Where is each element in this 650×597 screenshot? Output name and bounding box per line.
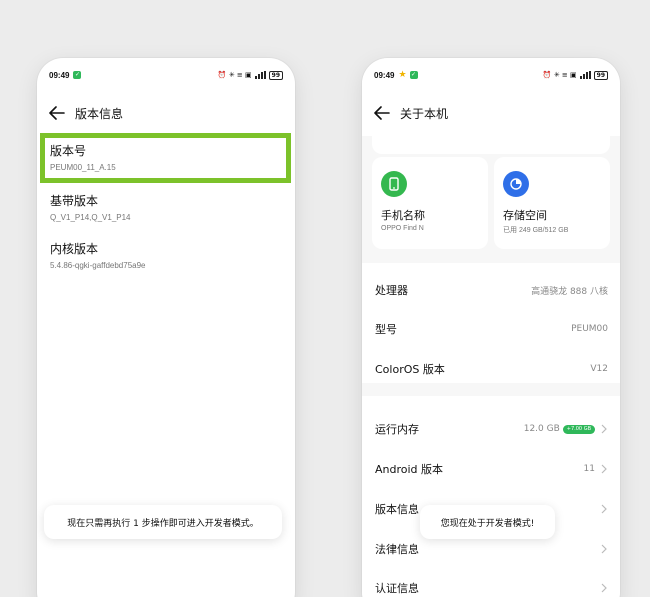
coloros-version-row: ColorOS 版本 V12 bbox=[375, 359, 608, 379]
certification-row[interactable]: 认证信息 bbox=[375, 578, 608, 597]
page-header: 版本信息 bbox=[49, 104, 283, 122]
back-arrow-icon[interactable] bbox=[49, 106, 65, 120]
ram-expansion-badge: +7.00 GB bbox=[562, 424, 595, 434]
processor-label: 处理器 bbox=[375, 284, 408, 297]
signal-icon bbox=[254, 71, 266, 79]
status-time: 09:49 bbox=[49, 70, 70, 80]
toast-message: 现在只需再执行 1 步操作即可进入开发者模式。 bbox=[44, 505, 282, 539]
device-name-card[interactable]: 手机名称 OPPO Find N bbox=[372, 157, 488, 249]
signal-icon bbox=[579, 71, 591, 79]
phone-icon bbox=[381, 171, 407, 197]
chevron-right-icon bbox=[601, 583, 607, 593]
back-arrow-icon[interactable] bbox=[374, 106, 390, 120]
status-indicator-icons: ⏰ ✳ ≡ ▣ bbox=[217, 71, 252, 79]
processor-row: 处理器 高通骁龙 888 八核 bbox=[375, 280, 608, 300]
coloros-version-value: V12 bbox=[590, 364, 608, 374]
storage-pie-icon bbox=[503, 171, 529, 197]
processor-value: 高通骁龙 888 八核 bbox=[531, 286, 608, 297]
device-name-value: OPPO Find N bbox=[381, 225, 424, 232]
star-icon: ★ bbox=[398, 70, 407, 80]
right-phone-screen: 09:49 ★ ✓ ⏰ ✳ ≡ ▣ 99 关于本机 手机名称 OPPO Find… bbox=[362, 58, 620, 597]
model-label: 型号 bbox=[375, 323, 397, 336]
status-bar: 09:49 ✓ ⏰ ✳ ≡ ▣ 99 bbox=[49, 69, 283, 81]
ram-value: 12.0 GB bbox=[523, 424, 560, 434]
storage-value: 已用 249 GB/512 GB bbox=[503, 227, 569, 234]
android-version-label: Android 版本 bbox=[375, 463, 444, 476]
battery-icon: 99 bbox=[593, 70, 608, 80]
model-value: PEUM00 bbox=[571, 324, 608, 334]
battery-icon: 99 bbox=[268, 70, 283, 80]
android-version-value: 11 bbox=[583, 464, 595, 474]
ram-label: 运行内存 bbox=[375, 423, 419, 436]
chevron-right-icon bbox=[601, 424, 607, 434]
kernel-label: 内核版本 bbox=[50, 242, 99, 256]
baseband-label: 基带版本 bbox=[50, 194, 99, 208]
status-icons: ⏰ ✳ ≡ ▣ 99 bbox=[217, 70, 283, 80]
toast-text: 您现在处于开发者模式! bbox=[440, 518, 535, 529]
status-icons: ⏰ ✳ ≡ ▣ 99 bbox=[542, 70, 608, 80]
kernel-value: 5.4.86-qgki-gaffdebd75a9e bbox=[50, 261, 146, 270]
storage-title: 存储空间 bbox=[503, 209, 547, 222]
toast-message: 您现在处于开发者模式! bbox=[420, 505, 555, 539]
certification-label: 认证信息 bbox=[375, 582, 419, 595]
page-title: 版本信息 bbox=[75, 106, 124, 121]
chevron-right-icon bbox=[601, 504, 607, 514]
highlight-frame bbox=[40, 133, 291, 183]
left-phone-screen: 09:49 ✓ ⏰ ✳ ≡ ▣ 99 版本信息 版本号 PEUM00_11_A.… bbox=[37, 58, 295, 597]
notification-icon: ✓ bbox=[73, 71, 82, 79]
model-row: 型号 PEUM00 bbox=[375, 319, 608, 339]
storage-card[interactable]: 存储空间 已用 249 GB/512 GB bbox=[494, 157, 610, 249]
baseband-item: 基带版本 Q_V1_P14,Q_V1_P14 bbox=[50, 193, 283, 224]
chevron-right-icon bbox=[601, 464, 607, 474]
ram-row[interactable]: 运行内存 12.0 GB +7.00 GB bbox=[375, 419, 608, 439]
device-name-title: 手机名称 bbox=[381, 209, 425, 222]
coloros-version-label: ColorOS 版本 bbox=[375, 363, 445, 376]
toast-text: 现在只需再执行 1 步操作即可进入开发者模式。 bbox=[67, 518, 259, 529]
notification-icon: ✓ bbox=[409, 71, 418, 79]
version-info-label: 版本信息 bbox=[375, 503, 419, 516]
legal-info-label: 法律信息 bbox=[375, 543, 419, 556]
page-header: 关于本机 bbox=[374, 104, 608, 122]
page-title: 关于本机 bbox=[400, 106, 449, 121]
status-bar: 09:49 ★ ✓ ⏰ ✳ ≡ ▣ 99 bbox=[374, 69, 608, 81]
status-indicator-icons: ⏰ ✳ ≡ ▣ bbox=[542, 71, 577, 79]
legal-info-row[interactable]: 法律信息 bbox=[375, 539, 608, 559]
kernel-item: 内核版本 5.4.86-qgki-gaffdebd75a9e bbox=[50, 241, 283, 272]
device-banner-card bbox=[372, 136, 610, 154]
baseband-value: Q_V1_P14,Q_V1_P14 bbox=[50, 213, 131, 222]
chevron-right-icon bbox=[601, 544, 607, 554]
status-time: 09:49 bbox=[374, 70, 395, 80]
android-version-row[interactable]: Android 版本 11 bbox=[375, 459, 608, 479]
